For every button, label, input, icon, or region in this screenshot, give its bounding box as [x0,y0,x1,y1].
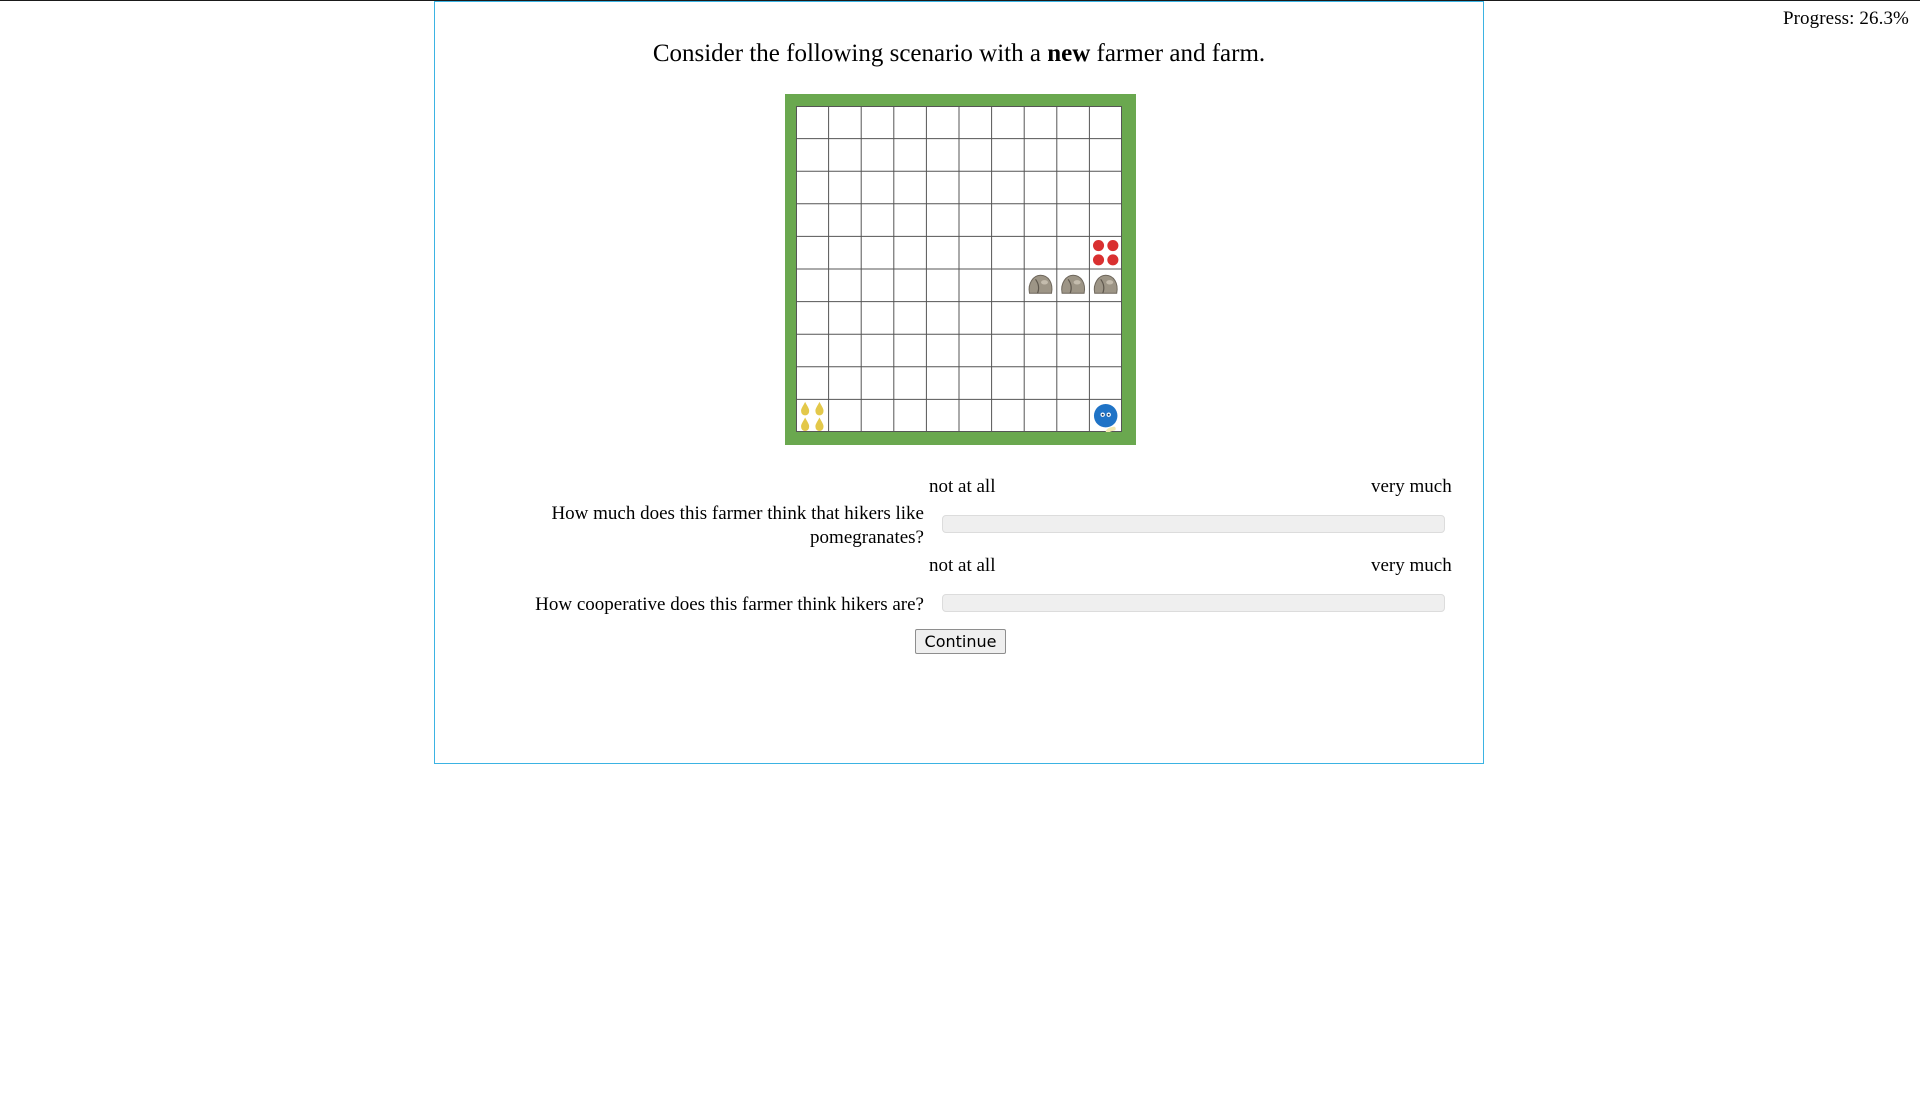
q2-low-label: not at all [929,555,996,576]
pomegranates-icon [1092,239,1119,266]
farm-grid-cells [796,106,1122,432]
q2-high-label: very much [1371,555,1452,576]
continue-button[interactable]: Continue [915,629,1006,654]
page-title: Consider the following scenario with a n… [435,40,1483,68]
farm-grid-svg [796,106,1122,432]
hiker-icon [1093,403,1118,432]
progress-label: Progress: 26.3% [1782,8,1909,29]
q1-low-label: not at all [929,476,996,497]
title-prefix: Consider the following scenario with a [652,40,1048,67]
grid-lines [796,106,1122,432]
q1-question-text: How much does this farmer think that hik… [551,503,924,548]
rock-icon [1028,274,1053,294]
title-suffix: farmer and farm. [1090,40,1266,67]
task-panel: Consider the following scenario with a n… [434,1,1484,764]
rock-icon [1093,274,1118,294]
q1-slider[interactable] [942,515,1445,533]
pears-icon [801,401,824,432]
q2-question-text: How cooperative does this farmer think h… [535,594,924,615]
rock-icon [1061,274,1086,294]
q1-high-label: very much [1371,476,1452,497]
title-emphasis: new [1047,40,1091,67]
farm-grid [785,94,1136,445]
q2-slider[interactable] [942,594,1445,612]
